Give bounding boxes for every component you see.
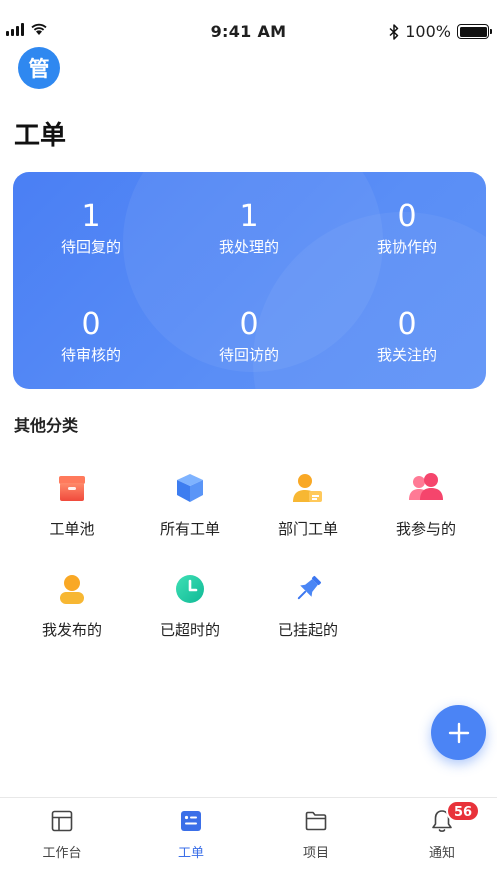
add-button[interactable] [431, 705, 486, 760]
stat-label: 待回复的 [60, 238, 121, 256]
stat-value: 0 [397, 307, 417, 342]
plus-icon [448, 722, 469, 743]
category-label: 我参与的 [395, 520, 456, 538]
avatar[interactable]: 管 [18, 47, 60, 89]
stat-value: 0 [81, 307, 101, 342]
status-bar: 9:41 AM 100% [0, 0, 497, 44]
notification-badge: 56 [446, 800, 481, 822]
pin-icon [288, 569, 328, 609]
tab-label: 工单 [177, 846, 204, 861]
category-all-tickets[interactable]: 所有工单 [130, 468, 250, 539]
ticket-stats-card: 1 待回复的 1 我处理的 0 我协作的 0 待审核的 0 待回访的 0 我关注… [13, 172, 486, 389]
category-suspended[interactable]: 已挂起的 [248, 569, 368, 640]
stat-value: 1 [239, 199, 259, 234]
bottom-tab-bar: 工作台 工单 项目 56 通知 [0, 797, 497, 883]
avatar-text: 管 [28, 57, 50, 81]
category-label: 所有工单 [159, 520, 220, 538]
stat-my-followed[interactable]: 0 我关注的 [337, 308, 477, 365]
tab-projects[interactable]: 项目 [266, 808, 366, 861]
tab-workbench[interactable]: 工作台 [12, 808, 112, 861]
stat-label: 待回访的 [218, 346, 279, 364]
cube-icon [170, 468, 210, 508]
category-published[interactable]: 我发布的 [12, 569, 132, 640]
tab-tickets[interactable]: 工单 [141, 808, 241, 861]
tab-label: 项目 [302, 846, 329, 861]
user-icon [52, 569, 92, 609]
page-title: 工单 [14, 121, 67, 151]
tab-notifications[interactable]: 56 通知 [392, 800, 492, 861]
section-title-other: 其他分类 [14, 416, 79, 435]
box-icon [52, 468, 92, 508]
category-label: 已超时的 [159, 621, 220, 639]
department-user-icon [288, 468, 328, 508]
battery-percentage: 100% [405, 22, 451, 41]
clock-icon [170, 569, 210, 609]
stat-value: 0 [397, 199, 417, 234]
category-timed-out[interactable]: 已超时的 [130, 569, 250, 640]
category-label: 工单池 [49, 520, 95, 538]
dashboard-icon [12, 808, 112, 834]
stat-pending-revisit[interactable]: 0 待回访的 [179, 308, 319, 365]
category-participated[interactable]: 我参与的 [366, 468, 486, 539]
folder-icon [266, 808, 366, 834]
category-label: 部门工单 [277, 520, 338, 538]
stat-label: 我协作的 [376, 238, 437, 256]
stat-label: 我关注的 [376, 346, 437, 364]
stat-value: 1 [81, 199, 101, 234]
tab-label: 工作台 [42, 846, 82, 861]
category-department-tickets[interactable]: 部门工单 [248, 468, 368, 539]
stat-pending-reply[interactable]: 1 待回复的 [21, 200, 161, 257]
bluetooth-icon [389, 23, 399, 40]
stat-label: 待审核的 [60, 346, 121, 364]
category-label: 已挂起的 [277, 621, 338, 639]
ticket-icon [141, 808, 241, 834]
stat-my-collaboration[interactable]: 0 我协作的 [337, 200, 477, 257]
stat-value: 0 [239, 307, 259, 342]
tab-label: 通知 [428, 846, 455, 861]
status-right: 100% [389, 22, 492, 41]
battery-icon [457, 24, 492, 39]
people-icon [406, 468, 446, 508]
category-label: 我发布的 [41, 621, 102, 639]
stat-my-handled[interactable]: 1 我处理的 [179, 200, 319, 257]
stat-pending-review[interactable]: 0 待审核的 [21, 308, 161, 365]
category-ticket-pool[interactable]: 工单池 [12, 468, 132, 539]
stat-label: 我处理的 [218, 238, 279, 256]
